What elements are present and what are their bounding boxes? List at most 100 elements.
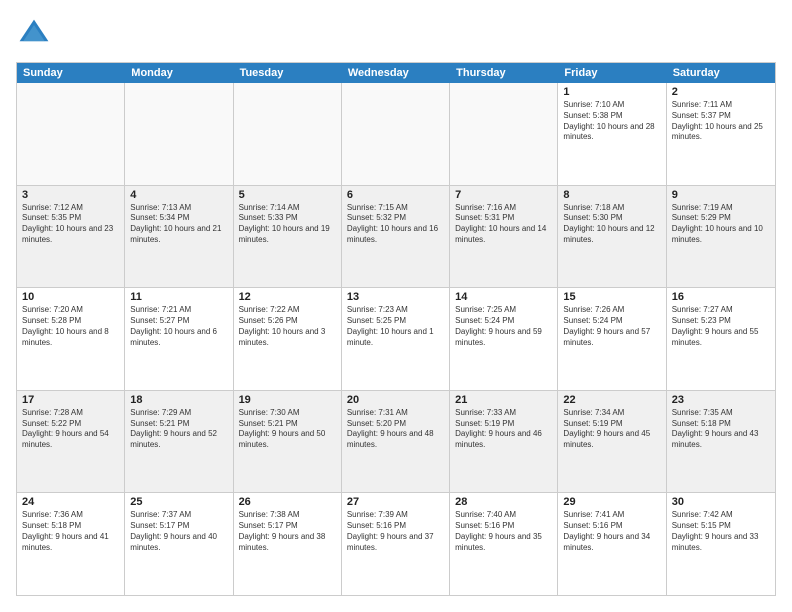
calendar-row: 17 Sunrise: 7:28 AM Sunset: 5:22 PM Dayli…	[17, 391, 775, 494]
calendar-cell	[17, 83, 125, 185]
header-day: Tuesday	[234, 63, 342, 83]
calendar-body: 1 Sunrise: 7:10 AM Sunset: 5:38 PM Daylig…	[17, 83, 775, 595]
day-number: 15	[563, 291, 660, 303]
day-number: 30	[672, 496, 770, 508]
calendar-cell: 29 Sunrise: 7:41 AM Sunset: 5:16 PM Dayli…	[558, 493, 666, 595]
day-number: 7	[455, 189, 552, 201]
cell-text: Sunrise: 7:22 AM Sunset: 5:26 PM Dayligh…	[239, 305, 336, 348]
cell-text: Sunrise: 7:25 AM Sunset: 5:24 PM Dayligh…	[455, 305, 552, 348]
cell-text: Sunrise: 7:11 AM Sunset: 5:37 PM Dayligh…	[672, 100, 770, 143]
day-number: 17	[22, 394, 119, 406]
calendar-cell: 16 Sunrise: 7:27 AM Sunset: 5:23 PM Dayli…	[667, 288, 775, 390]
cell-text: Sunrise: 7:40 AM Sunset: 5:16 PM Dayligh…	[455, 510, 552, 553]
calendar-cell: 30Sunrise: 7:42 AM Sunset: 5:15 PM Dayli…	[667, 493, 775, 595]
day-number: 24	[22, 496, 119, 508]
calendar-cell: 2 Sunrise: 7:11 AM Sunset: 5:37 PM Daylig…	[667, 83, 775, 185]
cell-text: Sunrise: 7:16 AM Sunset: 5:31 PM Dayligh…	[455, 203, 552, 246]
calendar-cell: 9 Sunrise: 7:19 AM Sunset: 5:29 PM Daylig…	[667, 186, 775, 288]
day-number: 23	[672, 394, 770, 406]
day-number: 2	[672, 86, 770, 98]
calendar-cell: 7 Sunrise: 7:16 AM Sunset: 5:31 PM Daylig…	[450, 186, 558, 288]
calendar-cell: 22 Sunrise: 7:34 AM Sunset: 5:19 PM Dayli…	[558, 391, 666, 493]
calendar-cell: 17 Sunrise: 7:28 AM Sunset: 5:22 PM Dayli…	[17, 391, 125, 493]
calendar-row: 1 Sunrise: 7:10 AM Sunset: 5:38 PM Daylig…	[17, 83, 775, 186]
cell-text: Sunrise: 7:33 AM Sunset: 5:19 PM Dayligh…	[455, 408, 552, 451]
calendar: SundayMondayTuesdayWednesdayThursdayFrid…	[16, 62, 776, 596]
calendar-cell: 23Sunrise: 7:35 AM Sunset: 5:18 PM Dayli…	[667, 391, 775, 493]
calendar-cell	[450, 83, 558, 185]
day-number: 5	[239, 189, 336, 201]
calendar-cell	[342, 83, 450, 185]
day-number: 27	[347, 496, 444, 508]
cell-text: Sunrise: 7:36 AM Sunset: 5:18 PM Dayligh…	[22, 510, 119, 553]
calendar-row: 10Sunrise: 7:20 AM Sunset: 5:28 PM Dayli…	[17, 288, 775, 391]
calendar-cell: 24 Sunrise: 7:36 AM Sunset: 5:18 PM Dayli…	[17, 493, 125, 595]
cell-text: Sunrise: 7:10 AM Sunset: 5:38 PM Dayligh…	[563, 100, 660, 143]
day-number: 9	[672, 189, 770, 201]
calendar-header: SundayMondayTuesdayWednesdayThursdayFrid…	[17, 63, 775, 83]
day-number: 26	[239, 496, 336, 508]
calendar-cell: 5 Sunrise: 7:14 AM Sunset: 5:33 PM Daylig…	[234, 186, 342, 288]
cell-text: Sunrise: 7:18 AM Sunset: 5:30 PM Dayligh…	[563, 203, 660, 246]
day-number: 11	[130, 291, 227, 303]
calendar-cell: 1 Sunrise: 7:10 AM Sunset: 5:38 PM Daylig…	[558, 83, 666, 185]
day-number: 13	[347, 291, 444, 303]
header-day: Monday	[125, 63, 233, 83]
calendar-cell: 8 Sunrise: 7:18 AM Sunset: 5:30 PM Daylig…	[558, 186, 666, 288]
calendar-cell: 21 Sunrise: 7:33 AM Sunset: 5:19 PM Dayli…	[450, 391, 558, 493]
calendar-cell	[125, 83, 233, 185]
cell-text: Sunrise: 7:31 AM Sunset: 5:20 PM Dayligh…	[347, 408, 444, 451]
page: SundayMondayTuesdayWednesdayThursdayFrid…	[0, 0, 792, 612]
calendar-cell: 27 Sunrise: 7:39 AM Sunset: 5:16 PM Dayli…	[342, 493, 450, 595]
cell-text: Sunrise: 7:29 AM Sunset: 5:21 PM Dayligh…	[130, 408, 227, 451]
calendar-cell: 12Sunrise: 7:22 AM Sunset: 5:26 PM Dayli…	[234, 288, 342, 390]
day-number: 14	[455, 291, 552, 303]
calendar-cell: 19Sunrise: 7:30 AM Sunset: 5:21 PM Dayli…	[234, 391, 342, 493]
day-number: 20	[347, 394, 444, 406]
calendar-cell: 25Sunrise: 7:37 AM Sunset: 5:17 PM Dayli…	[125, 493, 233, 595]
day-number: 4	[130, 189, 227, 201]
day-number: 22	[563, 394, 660, 406]
cell-text: Sunrise: 7:13 AM Sunset: 5:34 PM Dayligh…	[130, 203, 227, 246]
cell-text: Sunrise: 7:15 AM Sunset: 5:32 PM Dayligh…	[347, 203, 444, 246]
calendar-cell	[234, 83, 342, 185]
header-day: Saturday	[667, 63, 775, 83]
header-day: Wednesday	[342, 63, 450, 83]
cell-text: Sunrise: 7:38 AM Sunset: 5:17 PM Dayligh…	[239, 510, 336, 553]
cell-text: Sunrise: 7:34 AM Sunset: 5:19 PM Dayligh…	[563, 408, 660, 451]
day-number: 16	[672, 291, 770, 303]
day-number: 21	[455, 394, 552, 406]
day-number: 29	[563, 496, 660, 508]
cell-text: Sunrise: 7:19 AM Sunset: 5:29 PM Dayligh…	[672, 203, 770, 246]
header-day: Friday	[558, 63, 666, 83]
cell-text: Sunrise: 7:37 AM Sunset: 5:17 PM Dayligh…	[130, 510, 227, 553]
cell-text: Sunrise: 7:26 AM Sunset: 5:24 PM Dayligh…	[563, 305, 660, 348]
day-number: 28	[455, 496, 552, 508]
cell-text: Sunrise: 7:27 AM Sunset: 5:23 PM Dayligh…	[672, 305, 770, 348]
cell-text: Sunrise: 7:12 AM Sunset: 5:35 PM Dayligh…	[22, 203, 119, 246]
calendar-cell: 28 Sunrise: 7:40 AM Sunset: 5:16 PM Dayli…	[450, 493, 558, 595]
day-number: 1	[563, 86, 660, 98]
logo	[16, 16, 58, 52]
cell-text: Sunrise: 7:14 AM Sunset: 5:33 PM Dayligh…	[239, 203, 336, 246]
day-number: 6	[347, 189, 444, 201]
calendar-cell: 20 Sunrise: 7:31 AM Sunset: 5:20 PM Dayli…	[342, 391, 450, 493]
calendar-cell: 11Sunrise: 7:21 AM Sunset: 5:27 PM Dayli…	[125, 288, 233, 390]
calendar-row: 24 Sunrise: 7:36 AM Sunset: 5:18 PM Dayli…	[17, 493, 775, 595]
calendar-cell: 15 Sunrise: 7:26 AM Sunset: 5:24 PM Dayli…	[558, 288, 666, 390]
cell-text: Sunrise: 7:41 AM Sunset: 5:16 PM Dayligh…	[563, 510, 660, 553]
cell-text: Sunrise: 7:30 AM Sunset: 5:21 PM Dayligh…	[239, 408, 336, 451]
calendar-cell: 4 Sunrise: 7:13 AM Sunset: 5:34 PM Daylig…	[125, 186, 233, 288]
calendar-cell: 26 Sunrise: 7:38 AM Sunset: 5:17 PM Dayli…	[234, 493, 342, 595]
calendar-cell: 10Sunrise: 7:20 AM Sunset: 5:28 PM Dayli…	[17, 288, 125, 390]
calendar-cell: 13Sunrise: 7:23 AM Sunset: 5:25 PM Dayli…	[342, 288, 450, 390]
day-number: 10	[22, 291, 119, 303]
header	[16, 16, 776, 52]
calendar-row: 3 Sunrise: 7:12 AM Sunset: 5:35 PM Daylig…	[17, 186, 775, 289]
day-number: 18	[130, 394, 227, 406]
day-number: 3	[22, 189, 119, 201]
day-number: 8	[563, 189, 660, 201]
cell-text: Sunrise: 7:39 AM Sunset: 5:16 PM Dayligh…	[347, 510, 444, 553]
calendar-cell: 3 Sunrise: 7:12 AM Sunset: 5:35 PM Daylig…	[17, 186, 125, 288]
cell-text: Sunrise: 7:28 AM Sunset: 5:22 PM Dayligh…	[22, 408, 119, 451]
